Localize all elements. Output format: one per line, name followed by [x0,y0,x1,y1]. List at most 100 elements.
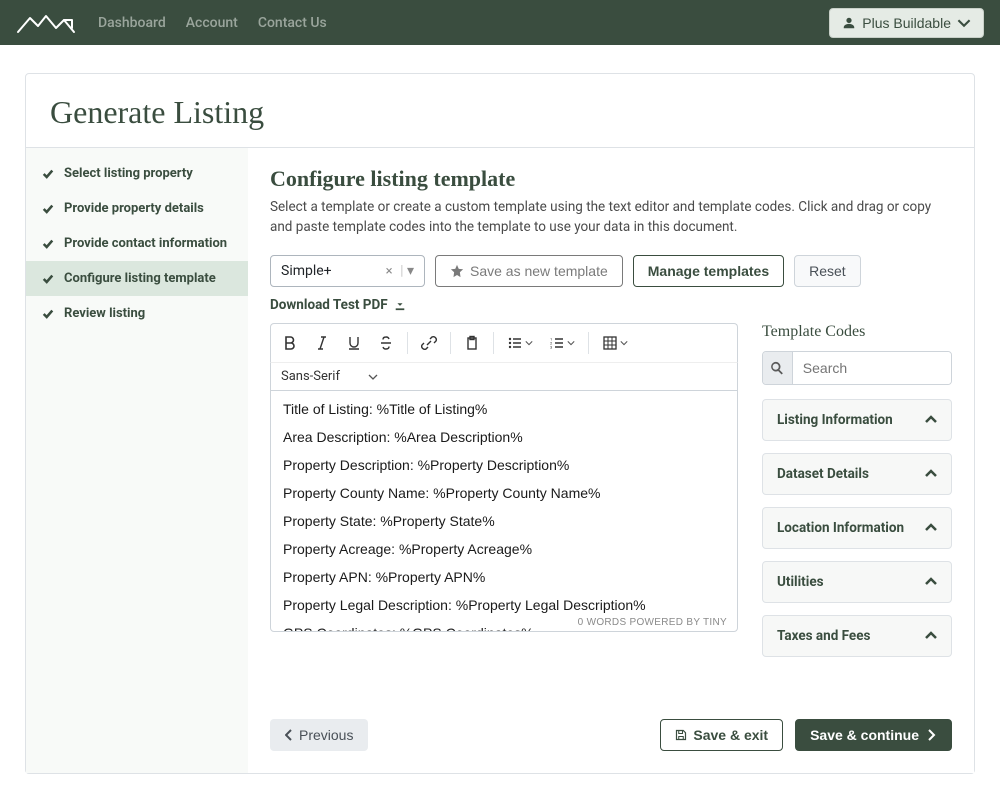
check-icon [42,238,54,250]
table-button[interactable] [595,328,635,358]
accordion-listing-information[interactable]: Listing Information [762,399,952,441]
toolbar-divider [493,332,494,354]
step-review-listing[interactable]: Review listing [26,296,248,331]
wizard-footer: Previous Save & exit Save & continue [270,719,952,751]
editor-line: Property Acreage: %Property Acreage% [283,541,725,557]
numbered-list-icon: 123 [549,335,565,351]
template-codes-search-input[interactable] [793,352,951,384]
table-icon [602,335,618,351]
check-icon [42,308,54,320]
accordion-label: Utilities [777,574,824,590]
font-family-select[interactable]: Sans-Serif [281,369,378,384]
nav-dashboard[interactable]: Dashboard [98,15,166,31]
accordion-label: Listing Information [777,412,893,428]
nav-contact-us[interactable]: Contact Us [258,15,327,31]
wizard-card: Generate Listing Select listing property… [25,73,975,774]
link-icon [421,335,437,351]
editor-toolbar-secondary: Sans-Serif [270,362,738,390]
chevron-down-icon [368,372,378,382]
wizard-footer-right: Save & exit Save & continue [660,719,952,751]
editor-line: Property State: %Property State% [283,513,725,529]
editor-line: Title of Listing: %Title of Listing% [283,401,725,417]
previous-button[interactable]: Previous [270,719,368,751]
step-configure-listing-template[interactable]: Configure listing template [26,261,248,296]
paste-button[interactable] [457,328,487,358]
step-label: Provide property details [64,201,204,216]
bold-button[interactable] [275,328,305,358]
template-select-clear-icon[interactable]: × [386,264,393,279]
chevron-down-icon [525,339,533,347]
editor-toolbar: 123 [270,323,738,362]
template-codes-search [762,351,952,385]
editor-line: Property APN: %Property APN% [283,569,725,585]
accordion-location-information[interactable]: Location Information [762,507,952,549]
save-and-exit-button[interactable]: Save & exit [660,719,783,751]
chevron-left-icon [285,729,293,741]
step-provide-property-details[interactable]: Provide property details [26,191,248,226]
check-icon [42,273,54,285]
chevron-up-icon [925,522,937,534]
save-as-new-template-button[interactable]: Save as new template [435,255,623,287]
save-and-continue-button[interactable]: Save & continue [795,719,952,751]
accordion-utilities[interactable]: Utilities [762,561,952,603]
bullet-list-button[interactable] [500,328,540,358]
download-test-pdf-link[interactable]: Download Test PDF [270,297,406,313]
underline-button[interactable] [339,328,369,358]
template-codes-panel: Template Codes Listing Information [762,323,952,669]
strikethrough-button[interactable] [371,328,401,358]
accordion-label: Location Information [777,520,904,536]
search-icon [763,352,793,384]
chevron-up-icon [925,576,937,588]
reset-label: Reset [809,263,846,279]
italic-icon [314,335,330,351]
main-panel: Configure listing template Select a temp… [248,148,974,773]
check-icon [42,203,54,215]
clipboard-icon [464,335,480,351]
bold-icon [282,335,298,351]
nav-links: Dashboard Account Contact Us [98,15,327,31]
toolbar-divider [450,332,451,354]
user-menu-button[interactable]: Plus Buildable [829,8,984,38]
chevron-down-icon [957,16,971,30]
chevron-up-icon [925,414,937,426]
editor-body[interactable]: Title of Listing: %Title of Listing%Area… [270,390,738,632]
card-header: Generate Listing [26,74,974,148]
accordion-dataset-details[interactable]: Dataset Details [762,453,952,495]
editor-line: Property Legal Description: %Property Le… [283,597,725,613]
chevron-down-icon [620,339,628,347]
step-label: Select listing property [64,166,193,181]
accordion-taxes-and-fees[interactable]: Taxes and Fees [762,615,952,657]
previous-label: Previous [299,727,353,743]
chevron-right-icon [925,729,937,741]
step-label: Review listing [64,306,145,321]
page-container: Generate Listing Select listing property… [25,73,975,774]
template-select-value: Simple+ [281,263,332,279]
manage-templates-button[interactable]: Manage templates [633,255,784,287]
italic-button[interactable] [307,328,337,358]
bullet-list-icon [507,335,523,351]
underline-icon [346,335,362,351]
star-icon [450,264,464,278]
reset-button[interactable]: Reset [794,255,861,287]
chevron-up-icon [925,468,937,480]
section-title: Configure listing template [270,166,952,192]
editor-row: 123 Sans-Serif [270,323,952,669]
toolbar-divider [588,332,589,354]
chevron-down-icon: ▾ [407,263,414,279]
editor-line: Property Description: %Property Descript… [283,457,725,473]
template-select[interactable]: Simple+ × | ▾ [270,255,425,287]
svg-text:3: 3 [550,345,552,350]
template-codes-title: Template Codes [762,323,952,341]
chevron-up-icon [925,630,937,642]
template-controls: Simple+ × | ▾ Save as new template Manag… [270,255,952,287]
nav-account[interactable]: Account [186,15,238,31]
editor-line: Property County Name: %Property County N… [283,485,725,501]
step-select-listing-property[interactable]: Select listing property [26,156,248,191]
editor-column: 123 Sans-Serif [270,323,738,632]
link-button[interactable] [414,328,444,358]
step-provide-contact-information[interactable]: Provide contact information [26,226,248,261]
numbered-list-button[interactable]: 123 [542,328,582,358]
download-test-pdf-label: Download Test PDF [270,297,388,313]
logo-icon [16,10,76,36]
step-label: Provide contact information [64,236,227,251]
